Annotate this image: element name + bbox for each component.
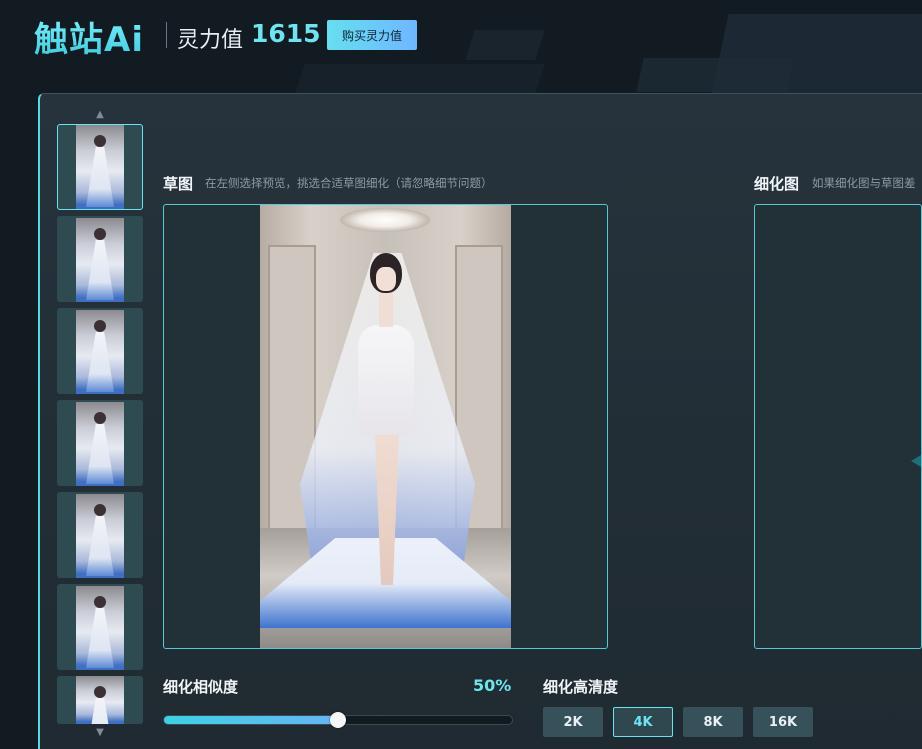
slider-handle[interactable] bbox=[330, 712, 346, 728]
app-logo: 触站Ai bbox=[34, 12, 144, 61]
thumbnail-image bbox=[76, 676, 124, 724]
resolution-option[interactable]: 16K bbox=[753, 707, 813, 737]
similarity-slider[interactable] bbox=[163, 712, 513, 728]
thumbnail-item[interactable] bbox=[57, 216, 143, 302]
thumbnail-image bbox=[76, 218, 124, 302]
thumbnail-item[interactable] bbox=[57, 400, 143, 486]
similarity-value: 50% bbox=[473, 676, 512, 695]
thumbnail-item[interactable] bbox=[57, 584, 143, 670]
refine-title: 细化图 bbox=[754, 175, 800, 193]
header-divider bbox=[166, 22, 167, 48]
wedding-dress bbox=[358, 325, 414, 435]
figure-face bbox=[376, 267, 396, 291]
resolution-options: 2K 4K 8K 16K bbox=[543, 707, 813, 737]
resolution-label: 细化高清度 bbox=[543, 678, 619, 696]
power-value: 1615 bbox=[251, 19, 321, 48]
top-header: 触站Ai 灵力值 1615 购买灵力值 bbox=[0, 0, 922, 90]
buy-power-button[interactable]: 购买灵力值 bbox=[327, 20, 417, 50]
thumbnail-image bbox=[76, 310, 124, 394]
thumbnail-item[interactable] bbox=[57, 676, 143, 724]
thumbnail-item[interactable] bbox=[57, 492, 143, 578]
draft-image bbox=[260, 205, 511, 648]
resolution-option[interactable]: 8K bbox=[683, 707, 743, 737]
refine-preview bbox=[754, 204, 922, 649]
figure-neck bbox=[379, 291, 393, 327]
draft-hint: 在左侧选择预览，挑选合适草图细化（请忽略细节问题） bbox=[205, 176, 493, 190]
ceiling-light bbox=[340, 208, 430, 232]
chevron-up-icon[interactable]: ▲ bbox=[93, 110, 107, 120]
draft-title: 草图 bbox=[163, 175, 194, 193]
arrow-left-icon[interactable] bbox=[911, 455, 921, 467]
thumbnail-image bbox=[76, 494, 124, 578]
thumbnail-item[interactable] bbox=[57, 308, 143, 394]
resolution-option[interactable]: 2K bbox=[543, 707, 603, 737]
slider-fill bbox=[164, 716, 338, 724]
similarity-label: 细化相似度 bbox=[163, 678, 239, 696]
thumbnail-item[interactable] bbox=[57, 124, 143, 210]
thumbnail-image bbox=[76, 402, 124, 486]
resolution-option[interactable]: 4K bbox=[613, 707, 673, 737]
draft-preview bbox=[163, 204, 608, 649]
chevron-down-icon[interactable]: ▼ bbox=[93, 728, 107, 738]
thumbnail-image bbox=[76, 586, 124, 670]
refine-hint: 如果细化图与草图差 bbox=[812, 176, 916, 190]
thumbnail-image bbox=[76, 125, 124, 209]
power-label: 灵力值 bbox=[177, 28, 244, 53]
